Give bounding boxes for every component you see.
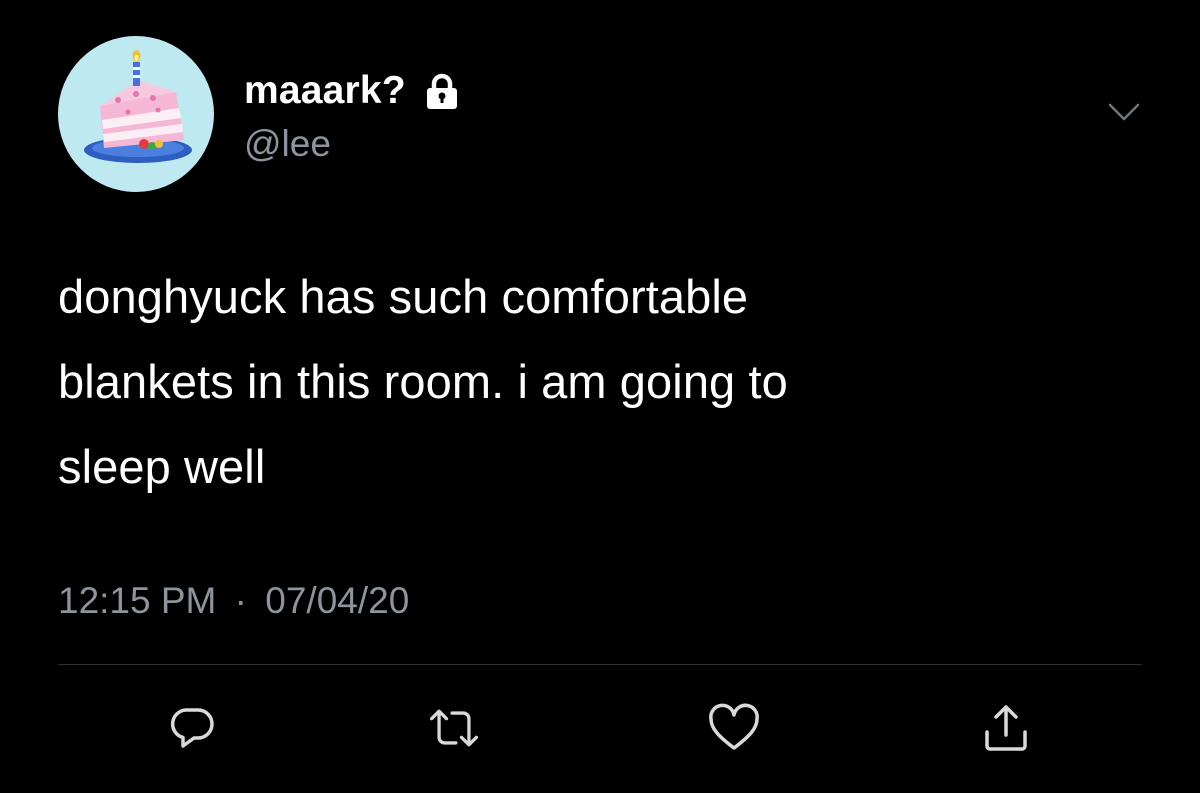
heart-icon xyxy=(709,703,759,750)
timestamp-separator: · xyxy=(234,580,247,621)
birthday-cake-icon xyxy=(84,50,192,163)
tweet-card: maaark? @lee donghyuck has such comforta… xyxy=(0,0,1200,793)
retweet-icon xyxy=(429,709,479,747)
handle[interactable]: @lee xyxy=(244,123,331,165)
tweet-time: 12:15 PM xyxy=(58,580,217,621)
timestamp[interactable]: 12:15 PM · 07/04/20 xyxy=(58,580,409,622)
chevron-down-icon[interactable] xyxy=(1106,100,1142,124)
like-button[interactable] xyxy=(706,700,762,756)
divider xyxy=(58,664,1142,665)
retweet-button[interactable] xyxy=(426,700,482,756)
share-button[interactable] xyxy=(978,700,1034,756)
avatar[interactable] xyxy=(58,36,214,192)
share-icon xyxy=(985,705,1027,751)
display-name-row: maaark? xyxy=(244,66,462,116)
reply-icon xyxy=(170,708,214,748)
tweet-date: 07/04/20 xyxy=(265,580,410,621)
display-name[interactable]: maaark? xyxy=(244,69,406,113)
tweet-text: donghyuck has such comfortable blankets … xyxy=(58,270,788,493)
reply-button[interactable] xyxy=(164,700,220,756)
lock-icon xyxy=(422,71,462,111)
